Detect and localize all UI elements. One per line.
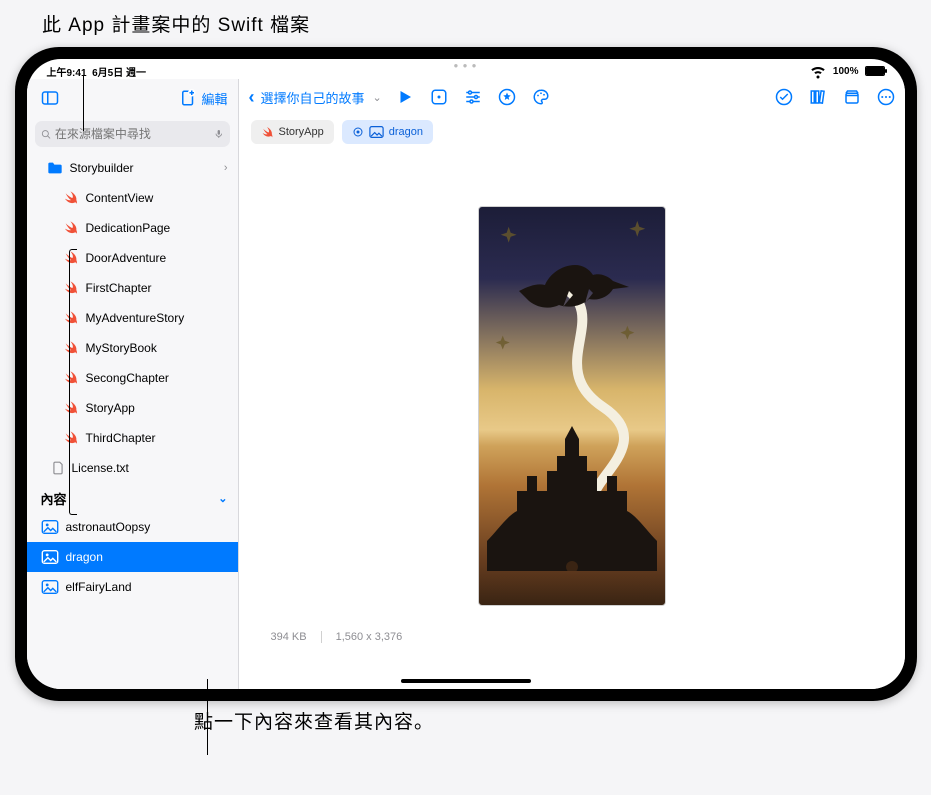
callout-bottom: 點一下內容來查看其內容。 <box>194 707 434 734</box>
asset-elffairyland[interactable]: elfFairyLand <box>27 572 238 602</box>
sidebar-icon <box>41 89 59 107</box>
chevron-right-icon: › <box>224 162 228 174</box>
asset-dragon[interactable]: dragon <box>27 542 238 572</box>
library-icon[interactable] <box>809 88 827 106</box>
search-input[interactable] <box>55 127 210 141</box>
asset-label: astronautOopsy <box>66 520 151 534</box>
new-file-icon <box>179 89 197 107</box>
palette-icon[interactable] <box>532 88 550 106</box>
file-label: License.txt <box>72 461 129 475</box>
home-indicator[interactable] <box>401 679 531 683</box>
chevron-left-icon: ‹ <box>249 87 255 108</box>
file-label: FirstChapter <box>86 281 152 295</box>
ipad-frame: ● ● ● 上午9:41 6月5日 週一 100% <box>15 47 917 701</box>
dragon-silhouette <box>519 261 629 311</box>
target-icon <box>352 126 364 138</box>
callout-top: 此 App 計畫案中的 Swift 檔案 <box>42 10 310 37</box>
wifi-icon <box>809 62 827 80</box>
callout-leader-bottom <box>207 679 208 755</box>
back-label: 選擇你自己的故事 <box>261 88 365 107</box>
battery-icon <box>865 66 885 76</box>
folder-label: Storybuilder <box>70 161 134 175</box>
swift-icon <box>63 220 79 236</box>
meta-divider <box>321 631 322 643</box>
star-circle-icon[interactable] <box>498 88 516 106</box>
file-dimensions: 1,560 x 3,376 <box>336 631 403 643</box>
swift-icon <box>261 126 274 139</box>
play-icon[interactable] <box>396 88 414 106</box>
image-icon <box>41 580 59 594</box>
crumb-label: StoryApp <box>279 126 324 138</box>
folder-icon <box>47 161 63 175</box>
sidebar: 編輯 Storybuilder › <box>27 79 239 689</box>
status-time-date: 上午9:41 6月5日 週一 <box>47 64 146 79</box>
content-header-label: 內容 <box>41 489 67 508</box>
file-label: MyAdventureStory <box>86 311 185 325</box>
file-label: DedicationPage <box>86 221 171 235</box>
file-label: SecongChapter <box>86 371 169 385</box>
box-icon[interactable] <box>843 88 861 106</box>
file-secongchapter[interactable]: SecongChapter <box>27 363 238 393</box>
search-icon <box>41 128 51 141</box>
castle-silhouette <box>487 421 657 571</box>
preview-meta: 394 KB 1,560 x 3,376 <box>271 631 403 643</box>
crumb-dragon[interactable]: dragon <box>342 120 433 144</box>
toolbar: ‹ 選擇你自己的故事 ⌄ <box>239 79 905 115</box>
file-firstchapter[interactable]: FirstChapter <box>27 273 238 303</box>
file-thirdchapter[interactable]: ThirdChapter <box>27 423 238 453</box>
image-icon <box>41 520 59 534</box>
check-circle-icon[interactable] <box>775 88 793 106</box>
tree-brace <box>69 249 77 515</box>
sliders-icon[interactable] <box>464 88 482 106</box>
back-button[interactable]: ‹ 選擇你自己的故事 ⌄ <box>249 87 382 108</box>
breadcrumb: StoryApp dragon <box>239 115 905 149</box>
file-dooradventure[interactable]: DoorAdventure <box>27 243 238 273</box>
status-time: 上午9:41 <box>47 68 87 79</box>
file-size: 394 KB <box>271 631 307 643</box>
dragon-artwork[interactable] <box>478 206 666 606</box>
app-preview-icon[interactable] <box>430 88 448 106</box>
asset-astronautoopsy[interactable]: astronautOopsy <box>27 512 238 542</box>
chevron-down-icon: ⌄ <box>218 492 227 505</box>
asset-label: elfFairyLand <box>66 580 132 594</box>
edit-button[interactable]: 編輯 <box>179 89 227 108</box>
file-license[interactable]: License.txt <box>27 453 238 483</box>
multitask-dots[interactable]: ● ● ● <box>454 61 478 70</box>
crumb-storyapp[interactable]: StoryApp <box>251 120 334 144</box>
file-dedicationpage[interactable]: DedicationPage <box>27 213 238 243</box>
search-field[interactable] <box>35 121 230 147</box>
file-mystorybook[interactable]: MyStoryBook <box>27 333 238 363</box>
preview-canvas <box>239 149 905 689</box>
image-icon <box>41 550 59 564</box>
content-section-header[interactable]: 內容 ⌄ <box>27 483 238 512</box>
sidebar-toggle-button[interactable] <box>37 85 63 111</box>
screen: 上午9:41 6月5日 週一 100% 編輯 <box>27 59 905 689</box>
file-label: MyStoryBook <box>86 341 157 355</box>
asset-label: dragon <box>66 550 103 564</box>
callout-leader-top <box>83 75 84 131</box>
file-myadventurestory[interactable]: MyAdventureStory <box>27 303 238 333</box>
mic-icon[interactable] <box>214 127 224 141</box>
status-date: 6月5日 週一 <box>92 68 146 79</box>
edit-label: 編輯 <box>201 89 227 108</box>
file-list: Storybuilder › ContentView DedicationPag… <box>27 153 238 689</box>
folder-storybuilder[interactable]: Storybuilder › <box>27 153 238 183</box>
image-icon <box>369 126 384 138</box>
chevron-down-icon[interactable]: ⌄ <box>373 91 382 104</box>
swift-icon <box>63 190 79 206</box>
battery-pct: 100% <box>833 66 859 77</box>
file-label: ContentView <box>86 191 154 205</box>
file-icon <box>51 460 65 476</box>
file-label: ThirdChapter <box>86 431 156 445</box>
crumb-label: dragon <box>389 126 423 138</box>
file-label: DoorAdventure <box>86 251 167 265</box>
main-pane: ‹ 選擇你自己的故事 ⌄ <box>239 79 905 689</box>
file-contentview[interactable]: ContentView <box>27 183 238 213</box>
file-label: StoryApp <box>86 401 135 415</box>
file-storyapp[interactable]: StoryApp <box>27 393 238 423</box>
more-circle-icon[interactable] <box>877 88 895 106</box>
